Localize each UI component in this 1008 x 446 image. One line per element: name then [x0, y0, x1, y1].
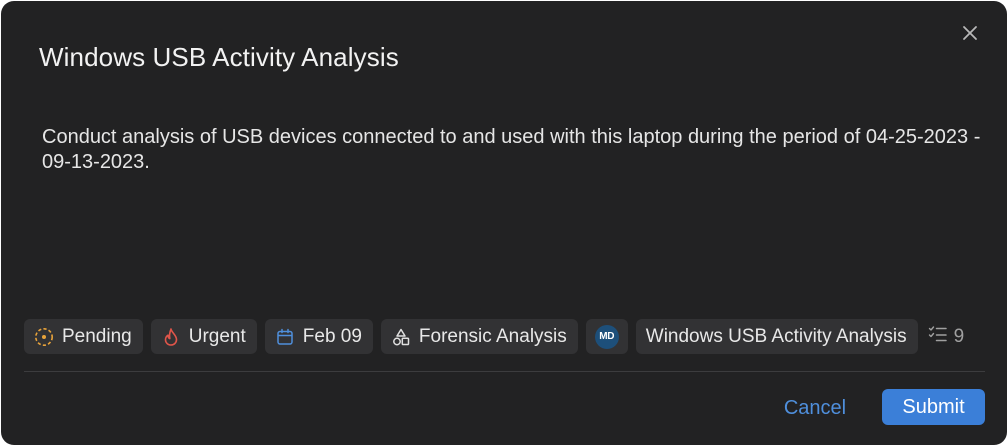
- priority-chip[interactable]: Urgent: [150, 319, 257, 354]
- footer-divider: [24, 371, 985, 372]
- flame-icon: [161, 327, 181, 347]
- avatar: MD: [594, 324, 619, 349]
- due-date-chip[interactable]: Feb 09: [264, 319, 373, 354]
- assignee-chip[interactable]: MD: [585, 319, 628, 354]
- pending-status-icon: [34, 327, 54, 347]
- checklist-icon: [928, 325, 948, 349]
- submit-button[interactable]: Submit: [882, 389, 985, 425]
- subtask-count[interactable]: 9: [928, 325, 965, 349]
- close-icon: [963, 26, 977, 40]
- dialog-title: Windows USB Activity Analysis: [39, 42, 399, 72]
- status-chip[interactable]: Pending: [24, 319, 143, 354]
- category-label: Forensic Analysis: [418, 325, 567, 347]
- shapes-icon: [391, 327, 411, 347]
- priority-label: Urgent: [188, 325, 246, 347]
- task-properties: Pending Urgent Feb 09 Forensic Analysis …: [24, 319, 964, 354]
- close-button[interactable]: [959, 22, 981, 44]
- cancel-button[interactable]: Cancel: [771, 391, 859, 425]
- calendar-icon: [275, 327, 295, 347]
- task-dialog: Windows USB Activity Analysis Conduct an…: [1, 1, 1007, 445]
- status-label: Pending: [62, 325, 132, 347]
- task-description: Conduct analysis of USB devices connecte…: [42, 126, 981, 173]
- due-date-label: Feb 09: [302, 325, 362, 347]
- category-chip[interactable]: Forensic Analysis: [380, 319, 578, 354]
- subtask-count-value: 9: [953, 325, 965, 347]
- parent-task-chip[interactable]: Windows USB Activity Analysis: [635, 319, 918, 354]
- parent-task-label: Windows USB Activity Analysis: [645, 325, 907, 347]
